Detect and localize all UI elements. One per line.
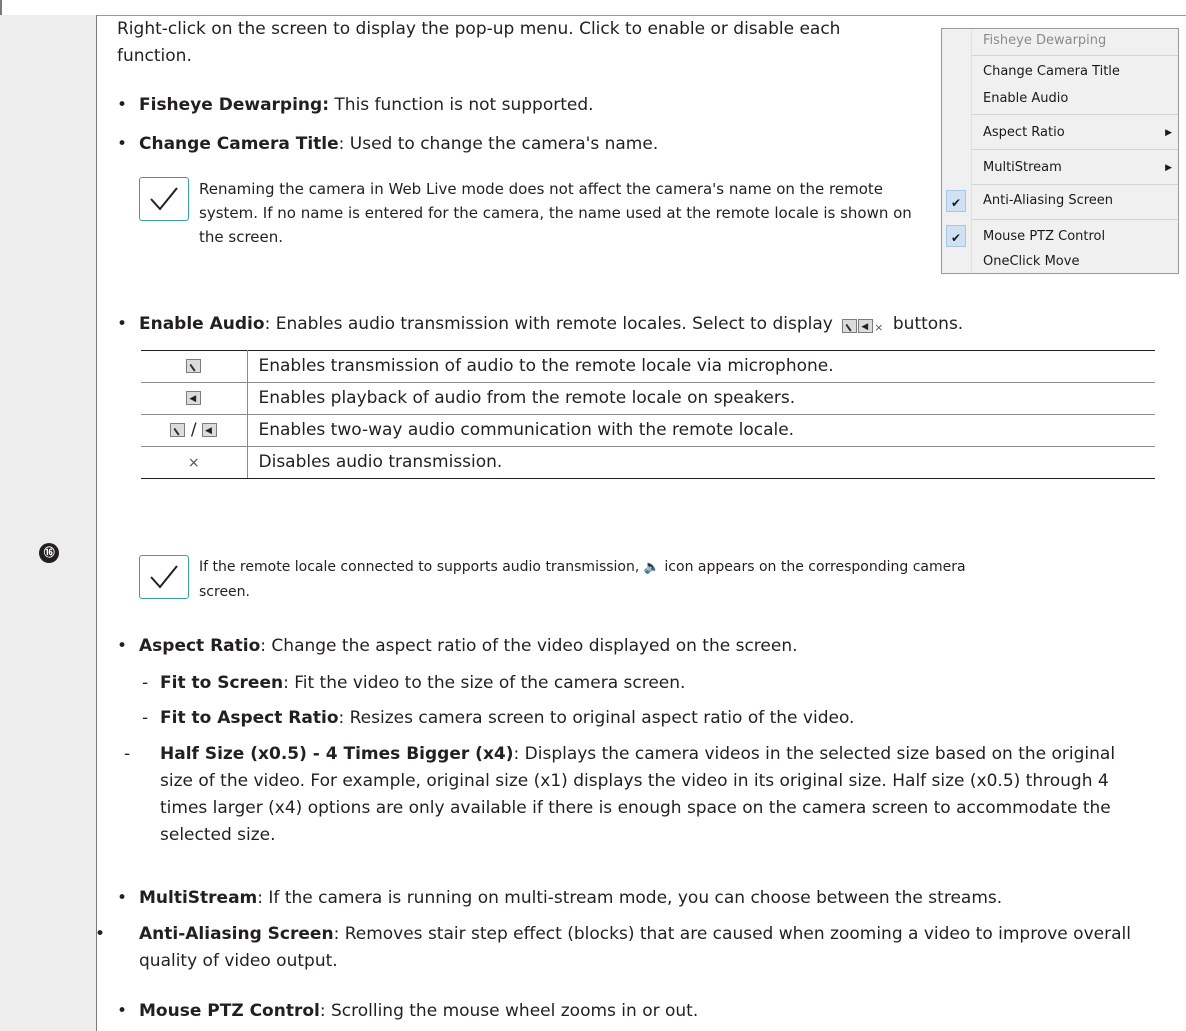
menu-item-change-camera-title: Change Camera Title xyxy=(983,64,1120,79)
close-x-icon: × xyxy=(874,321,884,334)
menu-item-enable-audio: Enable Audio xyxy=(983,91,1069,106)
audio-buttons-table: Enables transmission of audio to the rem… xyxy=(141,350,1155,479)
menu-item-oneclick-move: OneClick Move xyxy=(983,254,1080,269)
table-row: / Enables two-way audio communication wi… xyxy=(141,414,1155,447)
submenu-arrow-icon: ▶ xyxy=(1165,128,1172,138)
popup-menu-screenshot: Fisheye Dewarping Change Camera Title En… xyxy=(941,28,1179,274)
sub-fit-to-screen: - Fit to Screen: Fit the video to the siz… xyxy=(142,673,686,693)
mic-button-icon xyxy=(842,319,858,333)
note-audio-support-text: If the remote locale connected to suppor… xyxy=(199,555,999,604)
mic-button-icon xyxy=(186,359,202,373)
note-check-icon xyxy=(139,177,189,221)
speaker-button-icon xyxy=(186,386,202,413)
menu-item-anti-aliasing-screen: Anti-Aliasing Screen xyxy=(983,193,1114,208)
menu-item-multistream: MultiStream ▶ xyxy=(942,156,1178,180)
bullet-enable-audio: • Enable Audio: Enables audio transmissio… xyxy=(117,311,963,341)
table-row: Enables transmission of audio to the rem… xyxy=(141,350,1155,383)
audio-buttons-inline: × xyxy=(842,313,883,341)
speaker-button-icon xyxy=(202,418,218,445)
bullet-anti-aliasing-screen: • Anti-Aliasing Screen: Removes stair ste… xyxy=(95,924,1131,971)
table-row: Enables playback of audio from the remot… xyxy=(141,382,1155,415)
audio-speaker-icon: 🔈 xyxy=(643,560,660,575)
mic-button-icon xyxy=(170,423,186,437)
note-audio-support: If the remote locale connected to suppor… xyxy=(139,555,1039,604)
close-x-icon: × xyxy=(187,454,200,471)
table-row: × Disables audio transmission. xyxy=(141,446,1155,479)
note-renaming: Renaming the camera in Web Live mode doe… xyxy=(139,177,919,249)
speaker-button-icon xyxy=(858,314,874,341)
sub-fit-to-aspect-ratio: - Fit to Aspect Ratio: Resizes camera scr… xyxy=(142,708,855,728)
submenu-arrow-icon: ▶ xyxy=(1165,163,1172,173)
bullet-change-camera-title: • Change Camera Title: Used to change the… xyxy=(117,134,659,154)
note-renaming-text: Renaming the camera in Web Live mode doe… xyxy=(199,180,912,246)
bullet-fisheye-dewarping: • Fisheye Dewarping: This function is not… xyxy=(117,95,594,115)
menu-item-mouse-ptz-control: Mouse PTZ Control xyxy=(983,229,1106,244)
menu-item-fisheye-dewarping: Fisheye Dewarping xyxy=(983,33,1107,48)
sub-half-size-to-4-times: - Half Size (x0.5) - 4 Times Bigger (x4):… xyxy=(124,744,1116,845)
intro-text: Right-click on the screen to display the… xyxy=(117,19,841,66)
menu-item-aspect-ratio: Aspect Ratio ▶ xyxy=(942,121,1178,145)
bullet-mouse-ptz-control: • Mouse PTZ Control: Scrolling the mouse … xyxy=(117,1001,699,1021)
item-number-badge: ⑯ xyxy=(39,543,59,563)
bullet-multistream: • MultiStream: If the camera is running o… xyxy=(117,888,1003,908)
item-number-column: ⑯ xyxy=(0,0,97,1031)
bullet-aspect-ratio: • Aspect Ratio: Change the aspect ratio o… xyxy=(117,636,798,656)
note-check-icon xyxy=(139,555,189,599)
